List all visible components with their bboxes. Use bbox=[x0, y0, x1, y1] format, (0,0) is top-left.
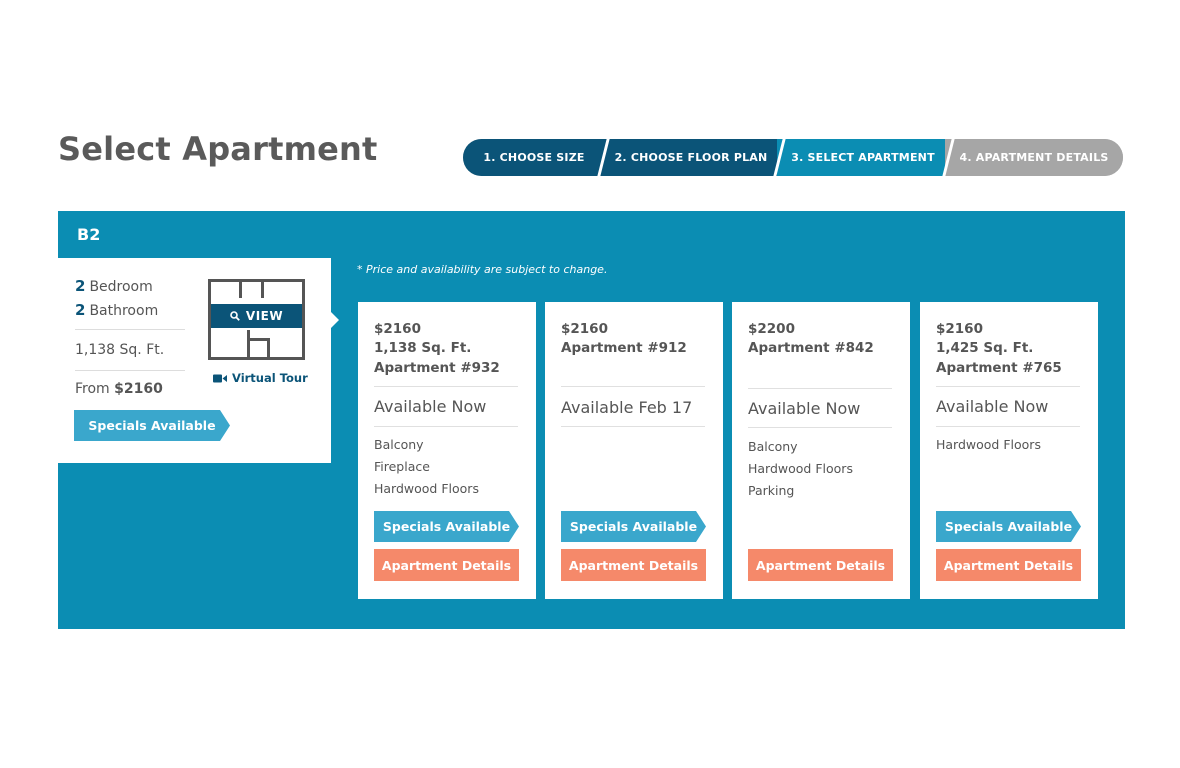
availability: Available Now bbox=[374, 397, 487, 416]
feature-item: Hardwood Floors bbox=[374, 481, 479, 496]
apartment-details-button[interactable]: Apartment Details bbox=[374, 549, 519, 581]
floor-plan-thumbnail[interactable]: VIEW bbox=[208, 279, 305, 360]
feature-item: Hardwood Floors bbox=[748, 461, 853, 476]
feature-item: Parking bbox=[748, 483, 795, 498]
apartment-card-765[interactable]: $2160 1,425 Sq. Ft. Apartment #765 Avail… bbox=[920, 302, 1098, 599]
apartment-sqft: 1,138 Sq. Ft. bbox=[374, 340, 472, 356]
floor-plan-wall bbox=[247, 330, 250, 360]
card-divider bbox=[561, 386, 705, 387]
summary-pointer bbox=[331, 312, 339, 328]
floor-plan-name: B2 bbox=[77, 225, 101, 244]
step-choose-size[interactable]: 1. CHOOSE SIZE bbox=[463, 139, 605, 176]
feature-item: Fireplace bbox=[374, 459, 430, 474]
from-price-value: $2160 bbox=[114, 381, 163, 397]
apartment-price: $2160 bbox=[561, 321, 608, 337]
virtual-tour-label: Virtual Tour bbox=[232, 371, 308, 385]
apartment-card-842[interactable]: $2200 Apartment #842 Available Now Balco… bbox=[732, 302, 910, 599]
progress-stepper: 1. CHOOSE SIZE 2. CHOOSE FLOOR PLAN 3. S… bbox=[463, 139, 1123, 176]
apartment-card-912[interactable]: $2160 Apartment #912 Available Feb 17 Sp… bbox=[545, 302, 723, 599]
apartment-price: $2160 bbox=[936, 321, 983, 337]
step-select-apartment[interactable]: 3. SELECT APARTMENT bbox=[777, 139, 949, 176]
availability: Available Feb 17 bbox=[561, 398, 693, 417]
plan-sqft: 1,138 Sq. Ft. bbox=[75, 342, 165, 358]
card-divider bbox=[936, 426, 1080, 427]
availability: Available Now bbox=[936, 397, 1049, 416]
bathroom-count: 2 Bathroom bbox=[75, 301, 158, 319]
apartment-number: Apartment #932 bbox=[374, 360, 500, 376]
card-divider bbox=[936, 386, 1080, 387]
bedroom-count: 2 Bedroom bbox=[75, 277, 153, 295]
video-camera-icon bbox=[213, 374, 227, 382]
bathroom-number: 2 bbox=[75, 301, 86, 319]
step-choose-floor-plan[interactable]: 2. CHOOSE FLOOR PLAN bbox=[601, 139, 781, 176]
from-label: From bbox=[75, 381, 110, 397]
apartment-price: $2200 bbox=[748, 321, 795, 337]
feature-item: Balcony bbox=[374, 437, 424, 452]
bedroom-number: 2 bbox=[75, 277, 86, 295]
apartment-number: Apartment #912 bbox=[561, 340, 687, 356]
apartment-sqft: 1,425 Sq. Ft. bbox=[936, 340, 1034, 356]
view-label: VIEW bbox=[245, 309, 284, 323]
from-price: From $2160 bbox=[75, 381, 163, 397]
plan-specials-badge[interactable]: Specials Available bbox=[74, 410, 230, 441]
apartment-details-button[interactable]: Apartment Details bbox=[561, 549, 706, 581]
apartment-number: Apartment #842 bbox=[748, 340, 874, 356]
availability: Available Now bbox=[748, 399, 861, 418]
card-divider bbox=[748, 388, 892, 389]
floor-plan-wall bbox=[247, 338, 269, 341]
floor-plan-wall bbox=[239, 282, 242, 298]
apartment-number: Apartment #765 bbox=[936, 360, 1062, 376]
virtual-tour-link[interactable]: Virtual Tour bbox=[213, 371, 308, 385]
search-icon bbox=[230, 311, 240, 321]
apartment-price: $2160 bbox=[374, 321, 421, 337]
view-floor-plan-button[interactable]: VIEW bbox=[211, 304, 302, 328]
apartment-card-932[interactable]: $2160 1,138 Sq. Ft. Apartment #932 Avail… bbox=[358, 302, 536, 599]
floor-plan-summary: 2 Bedroom 2 Bathroom 1,138 Sq. Ft. From $2… bbox=[58, 258, 331, 463]
feature-item: Balcony bbox=[748, 439, 798, 454]
page-title: Select Apartment bbox=[58, 130, 378, 168]
card-divider bbox=[748, 427, 892, 428]
floor-plan-wall bbox=[267, 338, 270, 360]
price-disclaimer: * Price and availability are subject to … bbox=[357, 263, 608, 276]
bedroom-label: Bedroom bbox=[89, 279, 153, 295]
floor-plan-wall bbox=[261, 282, 264, 298]
summary-divider bbox=[75, 329, 185, 330]
card-divider bbox=[374, 426, 518, 427]
card-divider bbox=[561, 426, 705, 427]
summary-divider bbox=[75, 370, 185, 371]
card-divider bbox=[374, 386, 518, 387]
specials-available-button[interactable]: Specials Available bbox=[561, 511, 706, 542]
apartment-details-button[interactable]: Apartment Details bbox=[936, 549, 1081, 581]
feature-item: Hardwood Floors bbox=[936, 437, 1041, 452]
bathroom-label: Bathroom bbox=[89, 303, 159, 319]
specials-available-button[interactable]: Specials Available bbox=[374, 511, 519, 542]
step-apartment-details[interactable]: 4. APARTMENT DETAILS bbox=[945, 139, 1123, 176]
apartment-details-button[interactable]: Apartment Details bbox=[748, 549, 893, 581]
specials-available-button[interactable]: Specials Available bbox=[936, 511, 1081, 542]
